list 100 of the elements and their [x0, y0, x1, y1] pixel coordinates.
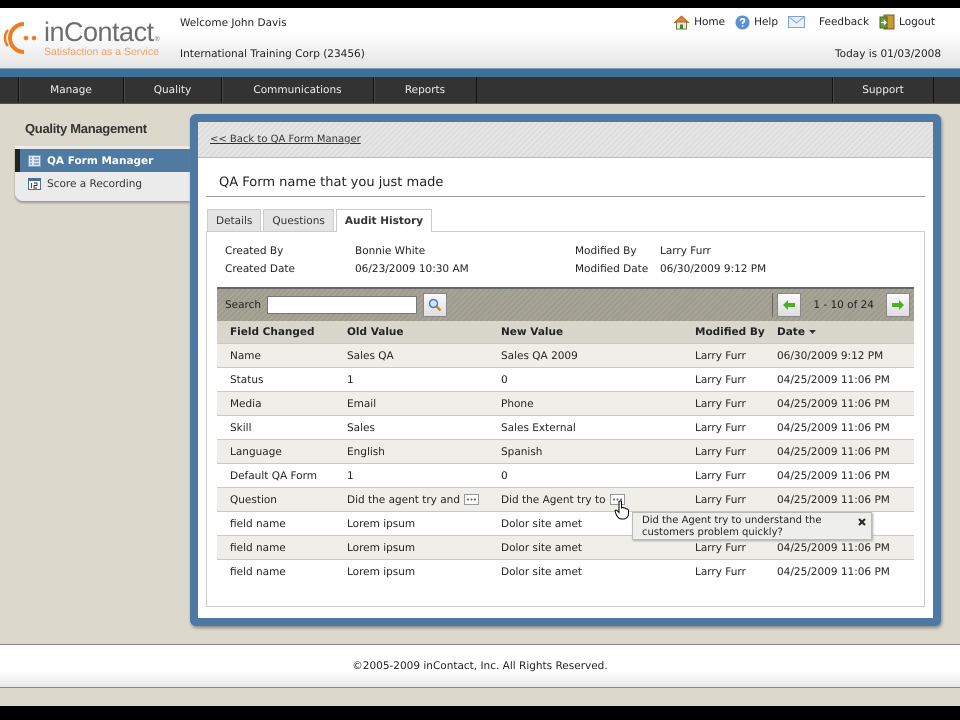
table-cell: Lorem ipsum [347, 542, 416, 554]
column-header[interactable]: Field Changed [217, 326, 347, 338]
table-cell: Sales QA [347, 350, 394, 362]
header-link[interactable]: Help [754, 16, 778, 28]
table-cell: Status [230, 374, 264, 386]
table-cell: Name [230, 350, 261, 362]
table-cell: Did the agent try and [347, 494, 460, 506]
sidebar-title: Quality Management [25, 121, 148, 136]
sort-caret-icon [808, 330, 816, 334]
table-cell: Lorem ipsum [347, 566, 416, 578]
search-icon [428, 298, 442, 312]
table-cell: 04/25/2009 11:06 PM [777, 398, 890, 410]
field-value: 06/30/2009 9:12 PM [660, 263, 768, 275]
sidebar-item[interactable]: QA Form Manager [15, 149, 190, 172]
column-header[interactable]: Modified By [695, 326, 777, 338]
table-cell: field name [230, 518, 286, 530]
table-cell: 1 [347, 470, 354, 482]
logo-wordmark: inContact [44, 18, 154, 46]
field-label: Created Date [225, 263, 296, 275]
today-date: Today is 01/03/2008 [835, 48, 941, 60]
table-cell: 04/25/2009 11:06 PM [777, 494, 890, 506]
table-cell: Sales External [501, 422, 576, 434]
account-name: International Training Corp (23456) [180, 48, 366, 60]
nav-item[interactable]: Quality [123, 77, 221, 103]
logo-tagline: Satisfaction as a Service [44, 46, 160, 58]
table-cell: 0 [501, 374, 508, 386]
nav-item[interactable]: Support [832, 77, 933, 103]
column-header[interactable]: Old Value [347, 326, 501, 338]
field-label: Modified Date [575, 263, 650, 275]
back-link[interactable]: << Back to QA Form Manager [210, 134, 361, 145]
nav-item[interactable]: Communications [221, 77, 373, 103]
table-cell: English [347, 446, 385, 458]
table-cell: Did the Agent try to [501, 494, 606, 506]
table-cell: Phone [501, 398, 534, 410]
table-cell: Dolor site amet [501, 566, 582, 578]
sidebar-item[interactable]: Score a Recording [15, 172, 190, 195]
table-cell: Larry Furr [695, 446, 746, 458]
copyright-text: ©2005-2009 inContact, Inc. All Rights Reserved. [352, 660, 608, 672]
house-icon [673, 14, 690, 30]
table-cell: Larry Furr [695, 398, 746, 410]
table-cell: 04/25/2009 11:06 PM [777, 470, 890, 482]
table-cell: 1 [347, 374, 354, 386]
right-arrow-icon [892, 300, 904, 310]
table-cell: 04/25/2009 11:06 PM [777, 566, 890, 578]
header-link[interactable]: Logout [899, 16, 935, 28]
field-value: Bonnie White [355, 245, 426, 257]
ellipsis-icon [466, 498, 477, 501]
page-range: 1 - 10 of 24 [812, 299, 875, 311]
table-cell: Larry Furr [695, 350, 746, 362]
column-header[interactable]: Date [777, 326, 905, 338]
field-label: Created By [225, 245, 284, 257]
table-cell: Spanish [501, 446, 542, 458]
left-arrow-icon [783, 300, 796, 310]
table-cell: 04/25/2009 11:06 PM [777, 374, 890, 386]
table-cell: 04/25/2009 11:06 PM [777, 542, 890, 554]
form-title: QA Form name that you just made [206, 175, 925, 197]
search-button[interactable] [423, 293, 448, 317]
tab[interactable]: Audit History [336, 209, 432, 232]
table-cell: field name [230, 542, 286, 554]
help-icon [735, 14, 750, 30]
table-cell: 0 [501, 470, 508, 482]
search-field[interactable] [267, 296, 418, 314]
table-cell: Sales [347, 422, 375, 434]
column-header[interactable]: New Value [501, 326, 695, 338]
field-label: Modified By [575, 245, 638, 257]
header-link[interactable]: Home [694, 16, 726, 28]
welcome-text: Welcome John Davis [180, 17, 288, 29]
table-cell: Larry Furr [695, 494, 746, 506]
table-cell: Larry Furr [695, 422, 746, 434]
table-cell: Larry Furr [695, 542, 746, 554]
previous-page-button[interactable] [777, 293, 802, 317]
door-icon [879, 14, 896, 30]
table-cell: Larry Furr [695, 566, 746, 578]
tab[interactable]: Questions [263, 209, 334, 231]
ellipsis-icon [612, 498, 623, 501]
table-cell: Default QA Form [230, 470, 317, 482]
table-cell: Dolor site amet [501, 518, 582, 530]
tooltip-text: Did the Agent try to understand the customers problem quickly? [642, 515, 823, 539]
table-cell: field name [230, 566, 286, 578]
table-cell: Question [230, 494, 277, 506]
table-cell: Larry Furr [695, 470, 746, 482]
table-cell: Email [347, 398, 376, 410]
nav-item[interactable]: Manage [18, 77, 123, 103]
table-cell: Lorem ipsum [347, 518, 416, 530]
next-page-button[interactable] [886, 293, 910, 317]
tab[interactable]: Details [207, 209, 262, 231]
close-icon[interactable] [858, 518, 866, 526]
table-cell: 04/25/2009 11:06 PM [777, 422, 890, 434]
nav-item[interactable]: Reports [373, 77, 476, 103]
table-cell: Dolor site amet [501, 542, 582, 554]
more-button[interactable] [610, 494, 625, 505]
header-link[interactable]: Feedback [819, 16, 870, 28]
table-cell: 06/30/2009 9:12 PM [777, 350, 884, 362]
table-cell: Sales QA 2009 [501, 350, 578, 362]
calendar-icon [28, 178, 41, 190]
table-cell: Skill [230, 422, 252, 434]
table-cell: 04/25/2009 11:06 PM [777, 446, 890, 458]
envelope-icon [788, 16, 806, 28]
hand-cursor-icon [614, 500, 630, 520]
field-value: Larry Furr [660, 245, 712, 257]
